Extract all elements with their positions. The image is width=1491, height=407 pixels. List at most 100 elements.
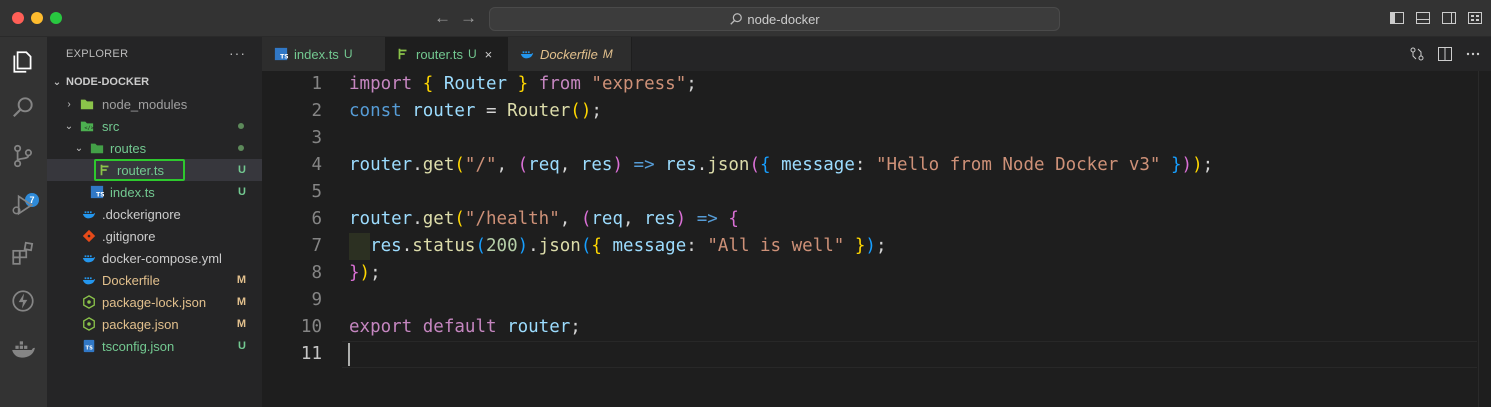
close-window-button[interactable] [12,12,24,24]
open-changes-icon[interactable] [1409,46,1425,62]
code-token: router [349,155,413,175]
tsconfig-file-icon: TS [83,339,95,353]
toggle-panel-icon[interactable] [1415,10,1431,26]
source-control-icon[interactable] [10,143,36,169]
tab-dockerfile[interactable]: Dockerfile M [508,37,632,71]
maximize-window-button[interactable] [50,12,62,24]
code-token: . [401,236,413,256]
modified-dot [238,145,244,151]
customize-layout-icon[interactable] [1467,10,1483,26]
code-line[interactable]: 8}); [262,260,1491,287]
code-line[interactable]: 7 res.status(200).json({ message: "All i… [262,233,1491,260]
folder-open-icon [90,143,104,154]
code-token: ; [686,74,697,94]
code-token: = [475,101,508,121]
command-center-search[interactable]: node-docker [489,7,1060,31]
code-line[interactable]: 10 export default router; [262,314,1491,341]
code-token: { [422,74,434,94]
tree-item-docker-compose[interactable]: docker-compose.yml [47,247,262,269]
code-token: req [528,155,560,175]
code-token: , [496,155,518,175]
tree-item-tsconfig[interactable]: TS tsconfig.json U [47,335,262,357]
thunder-icon[interactable] [10,288,36,314]
code-token: ) [1181,155,1193,175]
more-actions-icon[interactable]: ··· [229,45,246,61]
code-line[interactable]: 3 [262,125,1491,152]
tree-item-node-modules[interactable]: › node_modules [47,93,262,115]
line-number: 7 [311,236,322,256]
code-token: : [686,236,708,256]
code-line[interactable]: 6 router.get("/health", (req, res) => { [262,206,1491,233]
tree-item-gitignore[interactable]: .gitignore [47,225,262,247]
code-token: router [349,209,413,229]
code-token: "/" [464,155,497,175]
code-token: ; [570,317,581,337]
toggle-secondary-sidebar-icon[interactable] [1441,10,1457,26]
title-bar: ← → node-docker [0,0,1491,37]
code-token: () [570,101,592,121]
tree-item-dockerfile[interactable]: Dockerfile M [47,269,262,291]
search-icon[interactable] [10,94,36,120]
svg-text:TS: TS [96,191,104,198]
explorer-title: EXPLORER [66,48,129,60]
run-debug-icon[interactable] [10,192,36,218]
code-token: res [580,155,613,175]
scrollbar-track[interactable] [1478,71,1479,407]
code-line[interactable]: 1 import { Router } from "express"; [262,71,1491,98]
extensions-icon[interactable] [10,240,36,266]
code-token: , [559,209,581,229]
code-token: ( [580,236,592,256]
code-token: . [528,236,539,256]
chevron-down-icon: ⌄ [64,120,74,132]
code-token: res [370,236,402,256]
code-token: } [854,236,866,256]
forward-arrow-icon[interactable]: → [460,8,477,28]
close-tab-icon[interactable]: × [485,47,493,62]
tree-item-routes[interactable]: ⌄ routes [47,137,262,159]
tree-item-dockerignore[interactable]: .dockerignore [47,203,262,225]
code-line[interactable]: 4 router.get("/", (req, res) => res.json(… [262,152,1491,179]
code-token: ; [875,236,887,256]
line-number: 11 [300,344,322,364]
svg-text:</>: </> [84,126,93,132]
tree-item-package-lock[interactable]: package-lock.json M [47,291,262,313]
code-text: router.get("/health", (req, res) => { [349,206,739,233]
explorer-sidebar: EXPLORER ··· ⌄ NODE-DOCKER › node_module… [47,37,262,407]
code-line[interactable]: 2 const router = Router(); [262,98,1491,125]
code-token: message [612,236,687,256]
code-line[interactable]: 9 [262,287,1491,314]
code-line[interactable]: 5 [262,179,1491,206]
code-token: ) [675,209,687,229]
minimize-window-button[interactable] [31,12,43,24]
workspace-folder[interactable]: ⌄ NODE-DOCKER [47,71,262,93]
code-line[interactable]: 11 [262,341,1491,368]
folder-open-icon: </> [80,121,94,132]
code-token: } [1171,155,1182,175]
tab-index-ts[interactable]: TS index.ts U [262,37,386,71]
split-editor-icon[interactable] [1437,46,1453,62]
tab-router-ts[interactable]: router.ts U × [386,37,508,71]
back-arrow-icon[interactable]: ← [434,8,451,28]
code-token: ( [454,155,465,175]
code-token: ) [865,236,876,256]
line-number: 3 [311,128,322,148]
code-text: import { Router } from "express"; [349,71,697,98]
code-token: get [422,209,455,229]
tree-item-router-ts[interactable]: router.ts U [47,159,262,181]
modified-dot [238,123,244,129]
docker-icon[interactable] [10,337,36,363]
code-token: json [538,236,581,256]
code-editor[interactable]: 1 import { Router } from "express"; 2 const… [262,71,1491,407]
tree-item-src[interactable]: ⌄ </> src [47,115,262,137]
more-actions-icon[interactable] [1465,46,1481,62]
toggle-primary-sidebar-icon[interactable] [1389,10,1405,26]
code-token: status [412,236,476,256]
tree-item-package-json[interactable]: package.json M [47,313,262,335]
explorer-icon[interactable] [10,49,36,75]
code-token: export [349,317,413,337]
tree-item-index-ts[interactable]: TS index.ts U [47,181,262,203]
